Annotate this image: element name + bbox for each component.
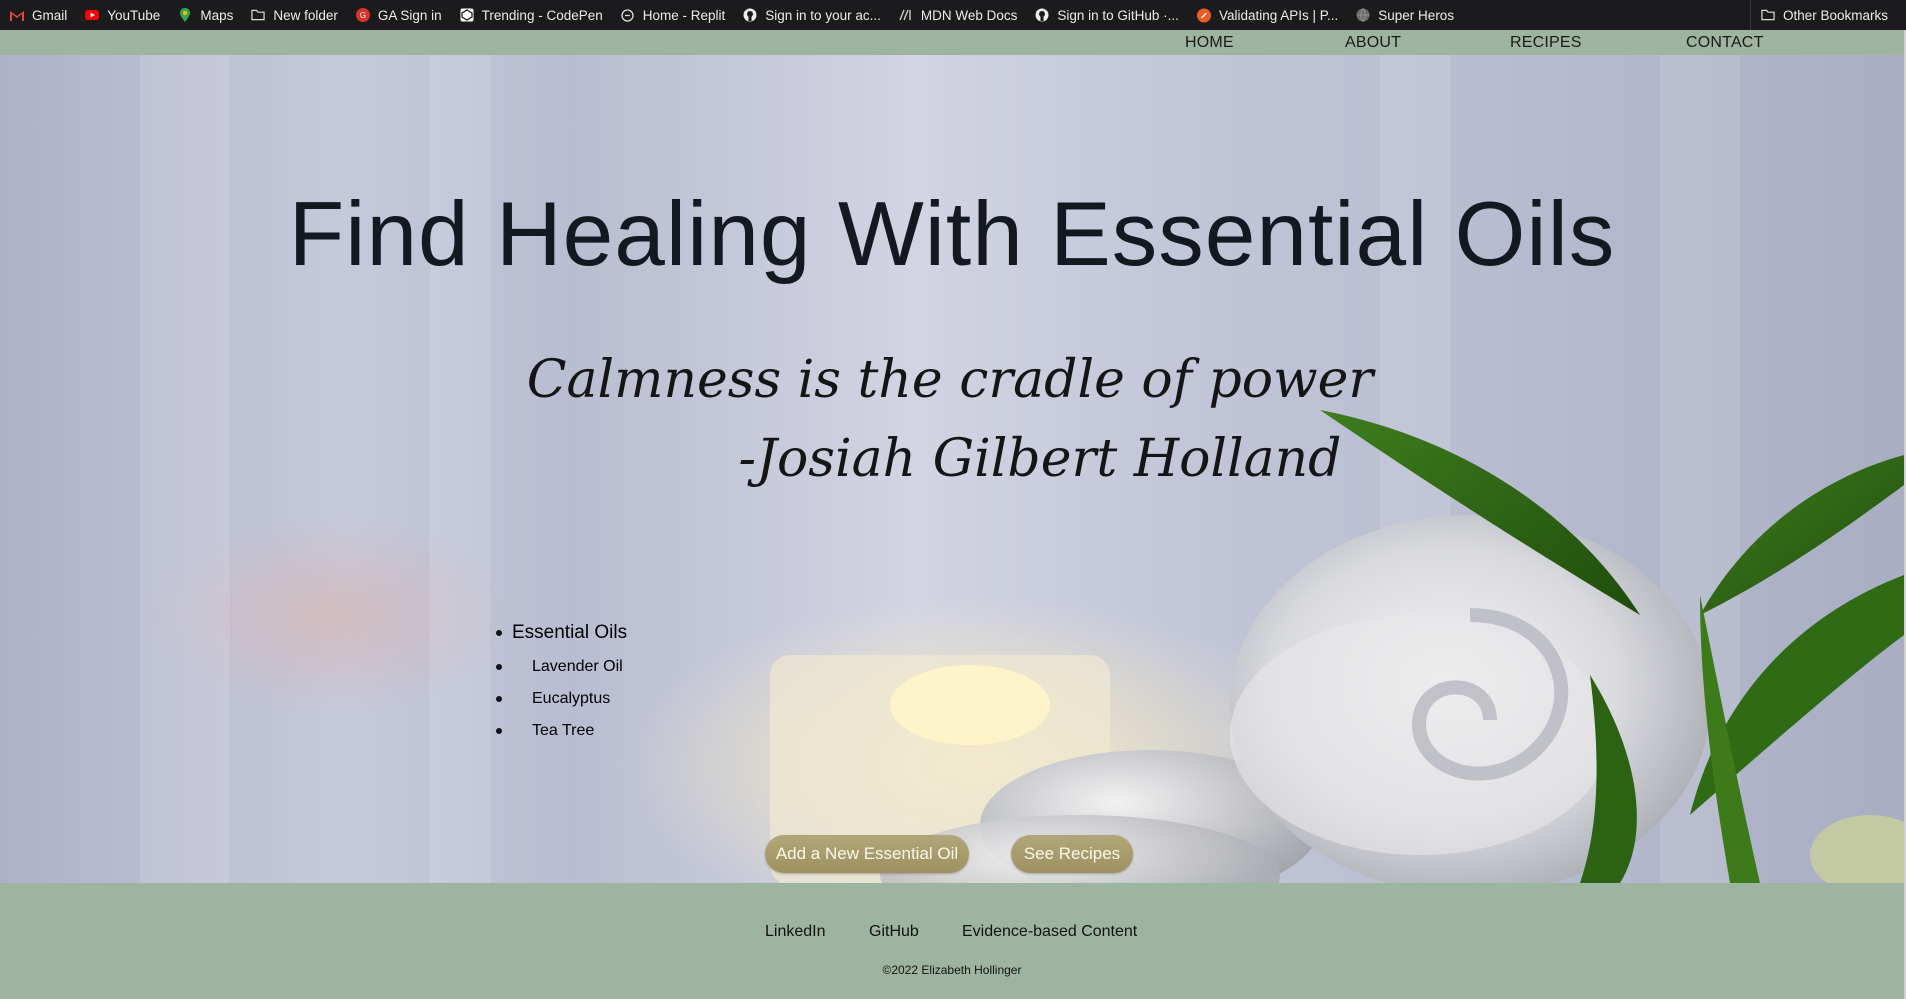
footer-link-linkedin[interactable]: LinkedIn [765, 923, 826, 941]
bookmark-gmail[interactable]: Gmail [10, 8, 67, 23]
bookmark-maps[interactable]: Maps [178, 8, 233, 23]
postman-icon [1196, 8, 1211, 22]
bookmark-label: Trending - CodePen [481, 7, 603, 23]
folder-icon [1761, 8, 1775, 22]
list-item-label: Lavender Oil [532, 658, 623, 675]
svg-text:G: G [360, 11, 366, 20]
hero-title: Find Healing With Essential Oils [288, 184, 1616, 285]
gmail-icon [10, 8, 24, 22]
bookmark-super-heros[interactable]: Super Heros [1356, 8, 1454, 23]
nav-contact[interactable]: CONTACT [1686, 34, 1764, 52]
replit-icon [621, 8, 635, 22]
youtube-icon [85, 8, 100, 22]
list-item: Eucalyptus [490, 683, 627, 715]
hero-section: Find Healing With Essential Oils Calmnes… [0, 55, 1904, 883]
copyright-text: ©2022 Elizabeth Hollinger [882, 963, 1022, 977]
navbar: HOME ABOUT RECIPES CONTACT [0, 30, 1904, 55]
add-essential-oil-button[interactable]: Add a New Essential Oil [765, 835, 969, 873]
list-item-label: Tea Tree [532, 722, 595, 739]
bookmark-label: Super Heros [1378, 7, 1455, 23]
quote-author: -Josiah Gilbert Holland [738, 429, 1342, 489]
bookmark-label: Sign in to GitHub ·... [1057, 7, 1179, 23]
footer-link-evidence[interactable]: Evidence-based Content [962, 923, 1137, 941]
quote-text: Calmness is the cradle of power [526, 350, 1374, 410]
bullet-icon [496, 728, 502, 734]
essential-oils-list: Essential Oils Lavender Oil Eucalyptus T… [490, 615, 627, 747]
bookmark-label: Home - Replit [642, 7, 726, 23]
bookmark-mdn[interactable]: MDN Web Docs [899, 7, 1018, 23]
bookmark-github-sign-in[interactable]: Sign in to GitHub ·... [1035, 8, 1179, 23]
see-recipes-button[interactable]: See Recipes [1011, 835, 1133, 873]
github-icon [743, 8, 757, 22]
bookmark-label: GA Sign in [377, 7, 442, 23]
ga-icon: G [355, 8, 370, 22]
globe-icon [1356, 8, 1370, 22]
bullet-icon [496, 630, 502, 636]
nav-home[interactable]: HOME [1185, 34, 1234, 52]
bookmark-replit[interactable]: Home - Replit [621, 7, 726, 23]
bookmark-label: Validating APIs | P... [1218, 7, 1339, 23]
github-icon [1035, 8, 1049, 22]
bookmark-ga-sign-in[interactable]: G GA Sign in [355, 7, 442, 23]
bookmark-label: YouTube [107, 7, 161, 23]
bookmark-label: Gmail [32, 7, 68, 23]
bookmark-label: Sign in to your ac... [765, 7, 881, 23]
web-page: HOME ABOUT RECIPES CONTACT Find Healing … [0, 30, 1904, 999]
bookmark-postman[interactable]: Validating APIs | P... [1196, 7, 1339, 23]
bullet-icon [496, 696, 502, 702]
list-item: Lavender Oil [490, 651, 627, 683]
folder-icon [251, 8, 266, 22]
list-item-label: Eucalyptus [532, 690, 611, 707]
mdn-icon [899, 8, 913, 22]
bookmark-label: New folder [273, 7, 338, 23]
list-item: Tea Tree [490, 715, 627, 747]
list-heading: Essential Oils [496, 615, 628, 651]
bookmark-new-folder[interactable]: New folder [251, 8, 338, 23]
other-bookmarks[interactable]: Other Bookmarks [1749, 0, 1888, 30]
codepen-icon [460, 8, 474, 22]
bookmark-youtube[interactable]: YouTube [85, 8, 160, 23]
bullet-icon [496, 664, 502, 670]
bookmark-label: MDN Web Docs [920, 7, 1018, 23]
footer-link-github[interactable]: GitHub [869, 923, 919, 941]
footer: LinkedIn GitHub Evidence-based Content ©… [0, 883, 1904, 999]
other-bookmarks-label: Other Bookmarks [1782, 7, 1888, 23]
nav-recipes[interactable]: RECIPES [1510, 34, 1582, 52]
bookmarks-bar: Gmail YouTube Maps New folder G GA Sign … [0, 0, 1906, 30]
bookmark-github-account[interactable]: Sign in to your ac... [743, 8, 881, 23]
bookmark-codepen[interactable]: Trending - CodePen [460, 8, 603, 23]
maps-icon [178, 8, 192, 22]
list-heading-label: Essential Oils [512, 622, 628, 643]
nav-about[interactable]: ABOUT [1345, 34, 1401, 52]
bookmark-label: Maps [200, 7, 234, 23]
